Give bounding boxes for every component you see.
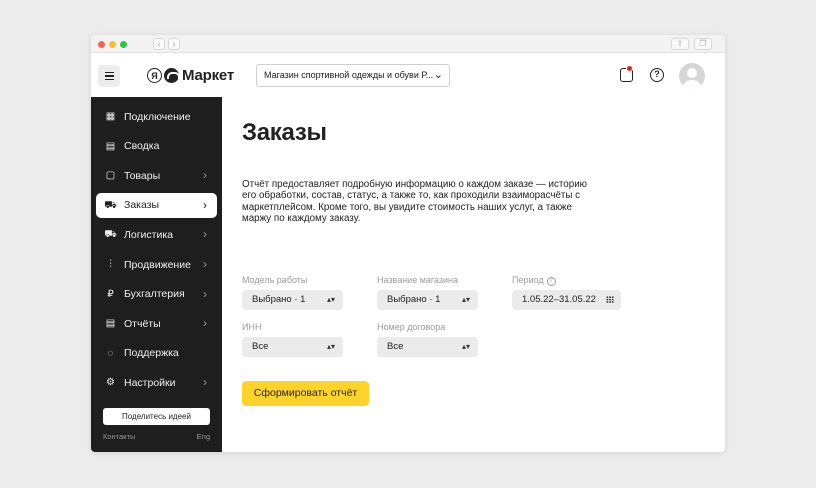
logo-m-icon — [164, 68, 180, 83]
store-icon: ▦ — [105, 111, 116, 122]
browser-window: ‹ › ⇧ ❐ Я Маркет Магазин спортивной одеж… — [91, 35, 725, 452]
sidebar-item[interactable]: ▤ Отчёты › — [96, 311, 217, 336]
inn-label: ИНН — [242, 322, 262, 332]
minimize-window-button[interactable] — [109, 41, 116, 48]
contract-select-value: Все — [387, 341, 404, 352]
chevron-down-icon: ⌄ — [433, 69, 443, 81]
chart-icon: ⫶ — [109, 259, 112, 270]
report-description: Отчёт предоставляет подробную информацию… — [242, 179, 588, 225]
logo-ya: Я — [147, 68, 162, 83]
sidebar-item-label: Логистика — [124, 228, 174, 241]
chevron-right-icon: › — [203, 227, 207, 242]
gear-icon: ⚙ — [106, 377, 115, 389]
products-icon: ▢ — [105, 170, 116, 182]
contacts-link[interactable]: Контакты — [103, 432, 135, 441]
share-idea-button[interactable]: Поделитесь идеей — [103, 408, 210, 425]
model-select-value: Выбрано · 1 — [252, 294, 306, 305]
notification-badge — [626, 65, 633, 72]
market-logo[interactable]: Я Маркет — [147, 67, 234, 84]
contract-label: Номер договора — [377, 322, 446, 332]
sidebar-item[interactable]: ▢ Товары › — [96, 163, 217, 188]
page-title: Заказы — [242, 119, 327, 146]
inn-select[interactable]: Все ▴▾ — [242, 337, 343, 357]
tabs-icon[interactable]: ❐ — [694, 38, 712, 50]
chevron-right-icon: › — [203, 168, 207, 183]
logo-text: Маркет — [182, 67, 234, 84]
back-icon[interactable]: ‹ — [153, 38, 165, 50]
model-label: Модель работы — [242, 275, 308, 285]
sidebar-item-label: Отчёты — [124, 317, 161, 330]
shop-select[interactable]: Магазин спортивной одежды и обуви Р... ⌄ — [256, 64, 450, 87]
period-picker[interactable]: 1.05.22–31.05.22 — [512, 290, 621, 310]
share-icon[interactable]: ⇧ — [671, 38, 689, 50]
sidebar-item-label: Бухгалтерия — [124, 288, 185, 301]
sidebar-item-label: Настройки — [124, 376, 176, 389]
sidebar-item[interactable]: ₽ Бухгалтерия › — [96, 282, 217, 307]
chevron-right-icon: › — [203, 375, 207, 390]
chevron-right-icon: › — [203, 316, 207, 331]
avatar[interactable] — [679, 63, 705, 89]
cart-icon: ⛟ — [104, 199, 117, 211]
sidebar-item-label: Поддержка — [124, 347, 179, 360]
dashboard-icon: ▤ — [105, 140, 116, 152]
contract-select[interactable]: Все ▴▾ — [377, 337, 478, 357]
sidebar-item[interactable]: ⛟ Заказы › — [96, 192, 217, 218]
sidebar-item[interactable]: ▦ Подключение — [96, 104, 217, 129]
chat-icon: ◌ — [107, 347, 114, 359]
sidebar-item[interactable]: ◌ Поддержка — [96, 341, 217, 366]
ruble-icon: ₽ — [107, 288, 114, 300]
menu-icon[interactable] — [98, 65, 120, 87]
chevron-right-icon: › — [203, 257, 207, 271]
close-window-button[interactable] — [98, 41, 105, 48]
period-label-text: Период — [512, 275, 544, 285]
shop-name-select[interactable]: Выбрано · 1 ▴▾ — [377, 290, 478, 310]
period-help-icon[interactable]: ? — [546, 277, 556, 286]
period-value: 1.05.22–31.05.22 — [522, 294, 596, 305]
shop-name-select-value: Выбрано · 1 — [387, 294, 441, 305]
language-switch[interactable]: Eng — [197, 432, 210, 441]
model-select[interactable]: Выбрано · 1 ▴▾ — [242, 290, 343, 310]
sidebar-item-label: Заказы — [124, 199, 160, 212]
sidebar-item-label: Товары — [124, 169, 161, 182]
sidebar-item-label: Продвижение — [124, 258, 191, 271]
help-icon[interactable]: ? — [650, 68, 664, 82]
chevron-right-icon: › — [203, 197, 207, 212]
sidebar: Поделитесь идеей Контакты Eng ▦ Подключен… — [91, 97, 222, 452]
sidebar-item[interactable]: ⚙ Настройки › — [96, 370, 217, 395]
inn-select-value: Все — [252, 341, 269, 352]
sidebar-item-label: Подключение — [124, 110, 191, 123]
shop-name-label: Название магазина — [377, 275, 459, 285]
truck-icon: ⛟ — [104, 229, 117, 241]
shop-select-value: Магазин спортивной одежды и обуви Р... — [264, 70, 434, 80]
top-bar: Я Маркет Магазин спортивной одежды и обу… — [91, 53, 725, 97]
browser-chrome: ‹ › ⇧ ❐ — [91, 35, 725, 53]
sidebar-item[interactable]: ⫶ Продвижение › — [96, 252, 217, 277]
main-content: Заказы Отчёт предоставляет подробную инф… — [222, 97, 725, 452]
sort-arrows-icon: ▴▾ — [326, 295, 335, 304]
calendar-icon — [606, 296, 614, 303]
sort-arrows-icon: ▴▾ — [326, 342, 335, 351]
report-icon: ▤ — [105, 318, 116, 330]
period-label: Период? — [512, 275, 556, 286]
sort-arrows-icon: ▴▾ — [461, 342, 470, 351]
forward-icon[interactable]: › — [168, 38, 180, 50]
generate-report-button[interactable]: Сформировать отчёт — [242, 381, 369, 406]
sidebar-item[interactable]: ⛟ Логистика › — [96, 222, 217, 247]
chevron-right-icon: › — [203, 286, 207, 301]
sidebar-item[interactable]: ▤ Сводка — [96, 134, 217, 159]
sidebar-item-label: Сводка — [124, 140, 160, 153]
maximize-window-button[interactable] — [120, 41, 127, 48]
sort-arrows-icon: ▴▾ — [461, 295, 470, 304]
